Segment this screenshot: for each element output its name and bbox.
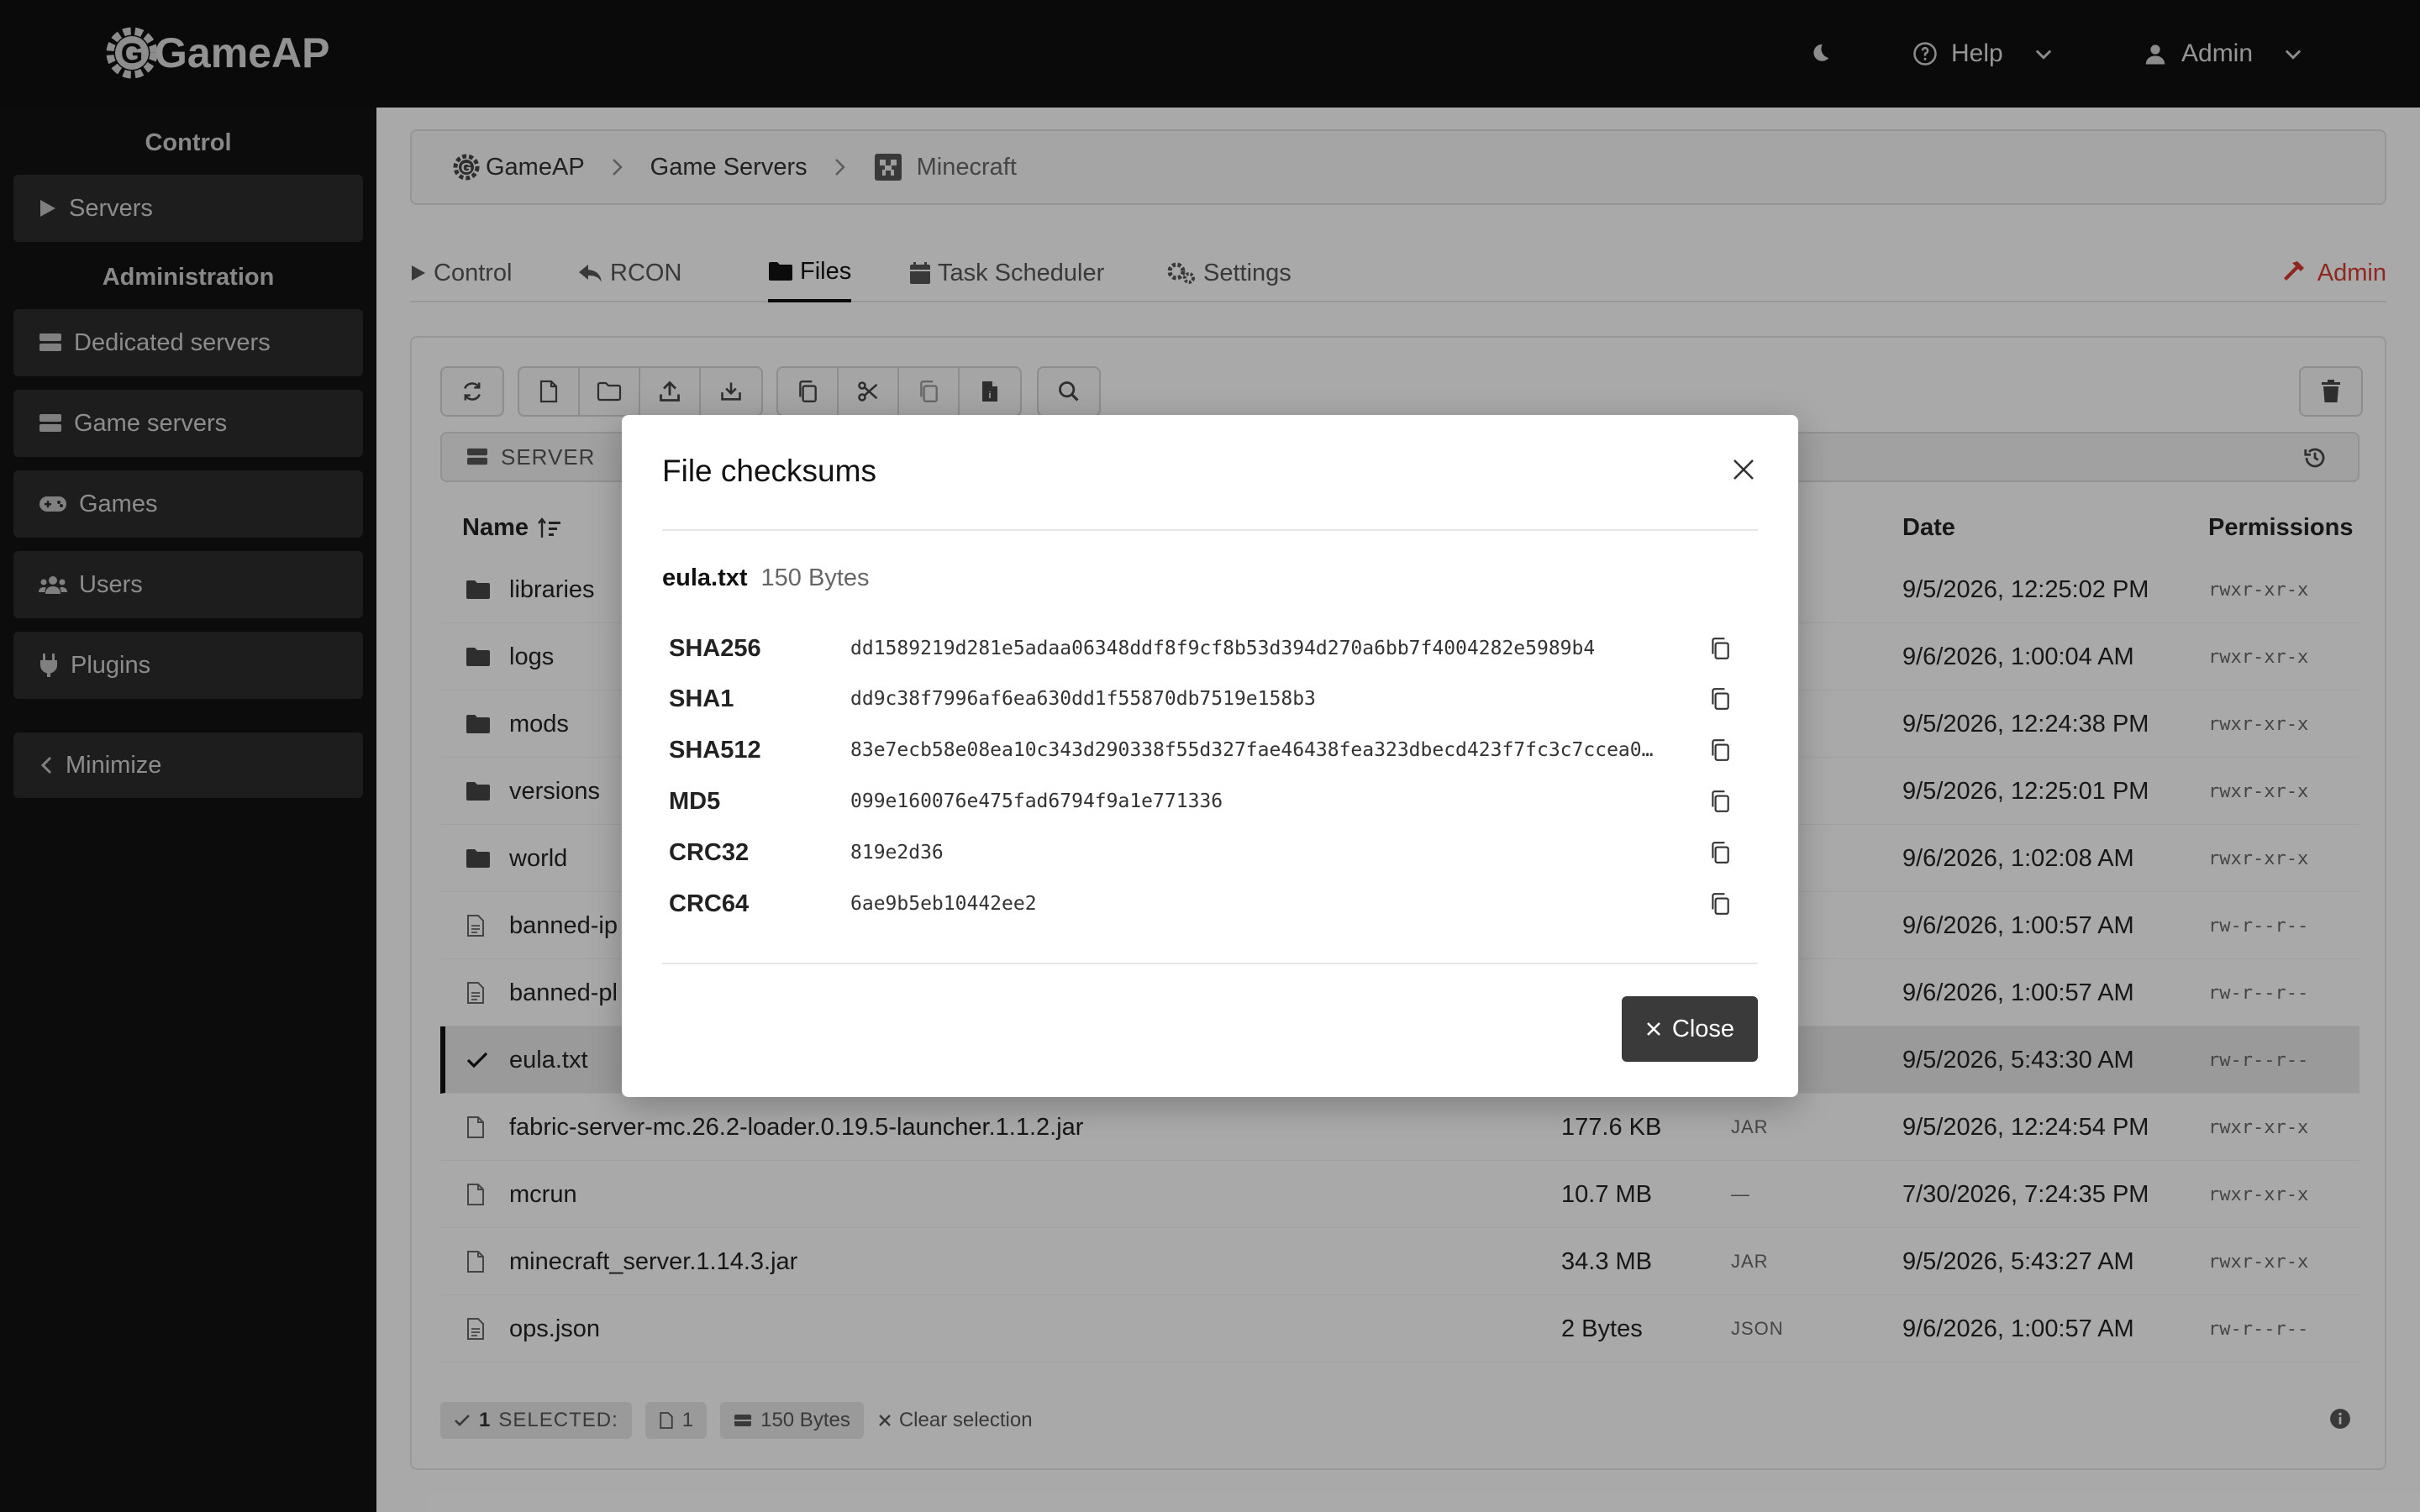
close-icon	[1733, 459, 1754, 480]
close-button-label: Close	[1671, 1015, 1735, 1042]
dialog-file-size: 150 Bytes	[760, 564, 870, 591]
hash-algorithm: MD5	[669, 787, 721, 815]
hash-value: 6ae9b5eb10442ee2	[850, 893, 1037, 915]
dialog-divider	[662, 529, 1758, 531]
dialog-close-icon-button[interactable]	[1731, 457, 1756, 482]
copy-hash-button[interactable]	[1709, 687, 1731, 711]
copy-icon	[1712, 688, 1729, 710]
hash-value: 819e2d36	[850, 842, 944, 864]
checksums-dialog: File checksums eula.txt 150 Bytes SHA256…	[622, 415, 1798, 1097]
dialog-file-name: eula.txt	[662, 564, 748, 591]
copy-icon	[1712, 790, 1729, 812]
hash-row-crc64: CRC64 6ae9b5eb10442ee2	[669, 879, 1761, 929]
copy-hash-button[interactable]	[1709, 892, 1731, 916]
hash-row-sha512: SHA512 83e7ecb58e08ea10c343d290338f55d32…	[669, 725, 1761, 775]
dialog-file-info: eula.txt 150 Bytes	[662, 564, 870, 592]
hash-algorithm: CRC32	[669, 838, 750, 866]
hash-algorithm: CRC64	[669, 890, 750, 917]
copy-icon	[1712, 638, 1729, 659]
hash-algorithm: SHA256	[669, 634, 761, 662]
copy-hash-button[interactable]	[1709, 790, 1731, 813]
hash-row-sha256: SHA256 dd1589219d281e5adaa06348ddf8f9cf8…	[669, 623, 1761, 674]
copy-icon	[1712, 739, 1729, 761]
copy-icon	[1712, 893, 1729, 915]
hash-row-sha1: SHA1 dd9c38f7996af6ea630dd1f55870db7519e…	[669, 674, 1761, 724]
hash-value: 099e160076e475fad6794f9a1e771336	[850, 790, 1223, 812]
dialog-close-button[interactable]: Close	[1622, 996, 1758, 1062]
dialog-divider	[662, 963, 1758, 964]
hash-row-crc32: CRC32 819e2d36	[669, 827, 1761, 878]
copy-icon	[1712, 842, 1729, 864]
copy-hash-button[interactable]	[1709, 637, 1731, 660]
hash-value: dd1589219d281e5adaa06348ddf8f9cf8b53d394…	[850, 638, 1596, 659]
copy-hash-button[interactable]	[1709, 841, 1731, 864]
hash-algorithm: SHA1	[669, 685, 734, 712]
hash-row-md5: MD5 099e160076e475fad6794f9a1e771336	[669, 776, 1761, 827]
hash-algorithm: SHA512	[669, 736, 761, 764]
hash-value: 83e7ecb58e08ea10c343d290338f55d327fae464…	[850, 739, 1654, 761]
copy-hash-button[interactable]	[1709, 738, 1731, 762]
dialog-title: File checksums	[662, 454, 876, 488]
close-icon	[1647, 1022, 1660, 1036]
hash-value: dd9c38f7996af6ea630dd1f55870db7519e158b3	[850, 688, 1316, 710]
